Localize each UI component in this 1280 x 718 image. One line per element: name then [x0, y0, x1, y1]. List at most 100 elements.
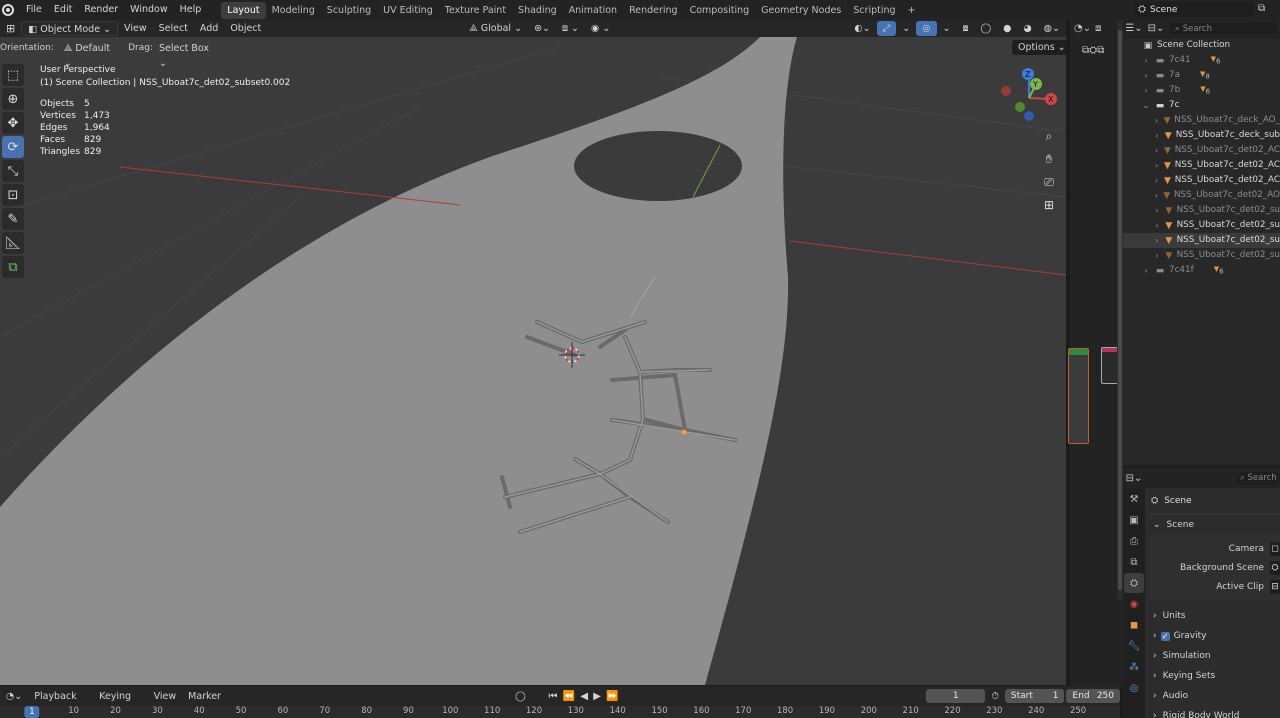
outliner[interactable]: ▣ Scene Collection › ▬ 7c41 ▼6 › ▬ 7a ▼8 › ▬ 7b ▼6 ⌄… [1123, 38, 1280, 465]
editor-type-icon[interactable]: ⊞ [0, 21, 21, 36]
menu-view[interactable]: View [118, 21, 153, 36]
tab-modeling[interactable]: Modeling [266, 2, 321, 19]
active-clip-field[interactable]: ⊟ [1270, 579, 1280, 594]
expand-arrow-icon[interactable]: › [1153, 128, 1161, 143]
stopwatch-icon[interactable]: ⏱ [985, 689, 1004, 704]
menu-object[interactable]: Object [224, 21, 267, 36]
gizmo-dropdown-icon[interactable]: ⌄ [896, 21, 916, 36]
physics-tab-icon[interactable]: ◎ [1124, 678, 1144, 698]
outliner-root[interactable]: ▣ Scene Collection [1123, 38, 1280, 53]
camera-view-icon[interactable]: ⎚ [1039, 172, 1059, 192]
tab-geometry-nodes[interactable]: Geometry Nodes [755, 2, 847, 19]
menu-keying[interactable]: Keying ⌄ [93, 689, 147, 717]
playback-controls[interactable]: ⏮ ⏪ ◀ ▶ ⏩ ⏭ [543, 689, 639, 717]
tab-animation[interactable]: Animation [563, 2, 623, 19]
expand-arrow-open-icon[interactable]: ⌄ [1141, 98, 1151, 113]
gravity-section[interactable]: › ✓ Gravity [1153, 626, 1280, 646]
properties-editor-icon[interactable]: ⊟⌄ [1123, 473, 1145, 484]
outliner-item[interactable]: › ▬ 7a ▼8 [1123, 68, 1280, 83]
drag-dropdown[interactable]: Select Box ⌄ [153, 41, 220, 69]
new-scene-icon[interactable]: ⧉ [1258, 3, 1278, 17]
tab-uv-editing[interactable]: UV Editing [377, 2, 439, 19]
outliner-item[interactable]: › ▼ NSS_Uboat7c_det02_su [1123, 203, 1280, 218]
gravity-checkbox[interactable]: ✓ [1160, 631, 1170, 641]
units-section[interactable]: › Units [1153, 606, 1280, 626]
menu-select[interactable]: Select [153, 21, 194, 36]
background-scene-field[interactable]: ⛭ [1270, 560, 1280, 575]
tab-rendering[interactable]: Rendering [623, 2, 684, 19]
expand-arrow-icon[interactable]: › [1141, 83, 1151, 98]
transform-tool-icon[interactable]: ⊡ [2, 184, 24, 206]
expand-arrow-icon[interactable]: › [1141, 53, 1151, 68]
view-layer-tab-icon[interactable]: ⧉ [1124, 552, 1144, 572]
auto-keying-icon[interactable]: ◯ ⌄ [509, 689, 542, 717]
current-frame-indicator[interactable]: 1 [24, 706, 40, 718]
expand-arrow-icon[interactable]: › [1153, 233, 1161, 248]
tab-layout[interactable]: Layout [221, 2, 266, 19]
outliner-item[interactable]: ⌄ ▬ 7c [1123, 98, 1280, 113]
outliner-item[interactable]: › ▼ NSS_Uboat7c_det02_AC [1123, 173, 1280, 188]
node-box[interactable] [1068, 348, 1089, 444]
output-tab-icon[interactable]: ⎙ [1124, 531, 1144, 551]
tab-compositing[interactable]: Compositing [684, 2, 756, 19]
add-cube-tool-icon[interactable]: ⧉ [2, 256, 24, 278]
shading-render-icon[interactable]: ◍⌄ [1038, 21, 1066, 36]
rotate-tool-icon[interactable]: ⟳ [2, 136, 24, 158]
shading-wire-icon[interactable]: ◯ [975, 21, 998, 36]
expand-arrow-icon[interactable]: › [1153, 173, 1160, 188]
node-toolbar-icon[interactable]: ⧉⛭⧉ [1082, 45, 1104, 56]
expand-arrow-icon[interactable]: › [1153, 218, 1161, 233]
camera-field[interactable]: ◻ [1270, 541, 1280, 556]
zoom-icon[interactable]: ⌕ [1039, 126, 1059, 146]
options-dropdown[interactable]: Options ⌄ [1012, 40, 1072, 55]
menu-edit[interactable]: Edit [48, 0, 78, 20]
outliner-item[interactable]: › ▼ NSS_Uboat7c_det02_AC [1123, 158, 1280, 173]
expand-arrow-icon[interactable]: › [1153, 248, 1161, 263]
modifier-tab-icon[interactable]: 🔧︎ [1124, 636, 1144, 656]
expand-arrow-icon[interactable]: › [1153, 143, 1160, 158]
outliner-item[interactable]: › ▼ NSS_Uboat7c_det02_su [1123, 218, 1280, 233]
particles-tab-icon[interactable]: ⁂ [1124, 657, 1144, 677]
overlay-dropdown-icon[interactable]: ⌄ [937, 21, 957, 36]
orientation-dropdown[interactable]: ⟁ Default ⌄ [58, 41, 122, 69]
current-frame-field[interactable]: 1 [925, 689, 986, 703]
blender-logo-icon[interactable] [2, 4, 14, 16]
annotate-tool-icon[interactable]: ✎ [2, 208, 24, 230]
outliner-item[interactable]: › ▼ NSS_Uboat7c_det02_AC [1123, 143, 1280, 158]
overlay-toggle-icon[interactable]: ◎ [916, 21, 937, 36]
menu-marker[interactable]: Marker [182, 689, 227, 704]
menu-window[interactable]: Window [124, 0, 173, 20]
simulation-section[interactable]: › Simulation [1153, 646, 1280, 666]
snap-icon[interactable]: ⧈ ⌄ [556, 21, 585, 36]
end-frame-field[interactable]: End 250 [1066, 689, 1120, 703]
scene-tab-icon[interactable]: ⛭ [1124, 573, 1144, 593]
menu-file[interactable]: File [20, 0, 48, 20]
transform-orientation-selector[interactable]: ⟁ Global ⌄ [463, 21, 528, 36]
keying-sets-section[interactable]: › Keying Sets [1153, 666, 1280, 686]
outliner-search-input[interactable]: ⌕ Search [1169, 22, 1278, 35]
tab-texture-paint[interactable]: Texture Paint [439, 2, 512, 19]
visibility-icon[interactable]: ◐⌄ [848, 21, 876, 36]
menu-render[interactable]: Render [78, 0, 124, 20]
frame-ruler[interactable]: 1 10 20 30 40 50 60 70 80 90 100 110 120 130 140 150 160… [0, 706, 1120, 718]
expand-arrow-icon[interactable]: › [1141, 263, 1151, 278]
outliner-item[interactable]: › ▬ 7c41f ▼6 [1123, 263, 1280, 278]
expand-arrow-icon[interactable]: › [1141, 68, 1151, 83]
maximize-icon[interactable]: ⧈ [1095, 23, 1101, 34]
outliner-item[interactable]: › ▬ 7c41 ▼6 [1123, 53, 1280, 68]
tab-shading[interactable]: Shading [512, 2, 563, 19]
pan-hand-icon[interactable]: ✋︎ [1039, 149, 1059, 169]
timeline-editor-icon[interactable]: ◔⌄ [0, 689, 28, 704]
scale-tool-icon[interactable]: ⤡ [2, 160, 24, 182]
expand-arrow-icon[interactable]: › [1153, 203, 1161, 218]
tab-scripting[interactable]: Scripting [847, 2, 901, 19]
outliner-item[interactable]: › ▼ NSS_Uboat7c_deck_AO_ [1123, 113, 1280, 128]
outliner-item[interactable]: › ▬ 7b ▼6 [1123, 83, 1280, 98]
expand-arrow-icon[interactable]: › [1153, 113, 1160, 128]
shading-solid-icon[interactable]: ● [997, 21, 1017, 36]
properties-search-input[interactable]: ⌕ Search [1236, 471, 1280, 485]
measure-tool-icon[interactable]: 📐︎ [2, 232, 24, 254]
display-mode-icon[interactable]: ⊟⌄ [1145, 23, 1167, 34]
menu-add[interactable]: Add [194, 21, 224, 36]
outliner-item[interactable]: › ▼ NSS_Uboat7c_det02_AO [1123, 188, 1280, 203]
